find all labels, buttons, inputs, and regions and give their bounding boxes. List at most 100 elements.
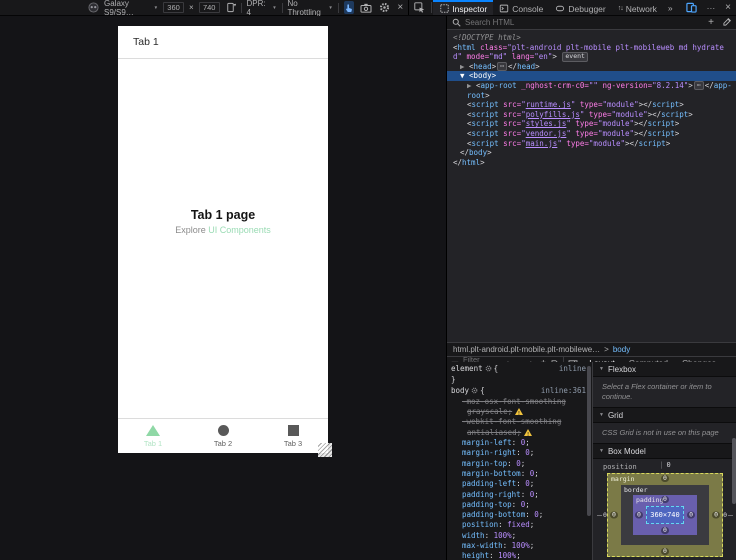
viewport-height-input[interactable] <box>198 2 220 13</box>
markup-token-attr: src= <box>498 109 522 119</box>
boxmodel-section-header[interactable]: ▼ Box Model <box>593 444 736 459</box>
margin-bottom-value[interactable]: 0 <box>661 548 669 555</box>
tabbar-separator <box>431 2 433 13</box>
ui-components-link[interactable]: UI Components <box>208 225 271 235</box>
markup-token-chip: ⋯ <box>497 61 508 72</box>
padding-top-value[interactable]: 0 <box>661 496 669 503</box>
breadcrumb-node[interactable]: html.plt-android.plt-mobile.plt-mobilewe… <box>453 345 600 354</box>
overridden-property-name[interactable]: -webkit-font-smoothing <box>451 417 592 427</box>
css-declaration[interactable]: max-width: 100%; <box>451 541 592 551</box>
css-declaration[interactable]: margin-bottom: 0; <box>451 469 592 479</box>
gear-icon[interactable] <box>471 387 478 397</box>
throttling-selector[interactable]: No Throttling <box>287 0 322 17</box>
markup-token-tag: script <box>471 119 499 129</box>
rule-source-link[interactable]: inline <box>559 364 586 374</box>
layout-scrollbar[interactable] <box>732 438 736 504</box>
css-declaration[interactable]: padding-bottom: 0; <box>451 510 592 520</box>
position-top-value[interactable]: 0 <box>667 461 671 469</box>
eyedropper-icon[interactable] <box>721 18 731 28</box>
box-model-padding-layer[interactable]: padding 0 0 0 0 360×740 <box>633 495 697 535</box>
tab-console[interactable]: Console <box>493 0 549 15</box>
css-declaration[interactable]: height: 100%; <box>451 551 592 560</box>
position-right-value[interactable]: 0 <box>723 511 727 519</box>
add-node-icon[interactable]: + <box>708 17 714 28</box>
devtools-tabbar: Inspector Console Debugger ↑↓ Network » <box>408 0 736 15</box>
css-declaration[interactable]: width: 100%; <box>451 531 592 541</box>
box-model-margin-layer[interactable]: margin 0 0 0 0 border padding 0 0 0 0 36… <box>607 473 723 557</box>
grid-section-header[interactable]: ▼ Grid <box>593 408 736 423</box>
flexbox-section-header[interactable]: ▼ Flexbox <box>593 362 736 377</box>
gear-icon[interactable] <box>485 365 492 375</box>
markup-token-attr: class= <box>475 42 508 52</box>
rdm-settings-gear-icon[interactable] <box>378 1 391 14</box>
overridden-property-name[interactable]: -moz-osx-font-smoothing <box>451 397 592 407</box>
responsive-mode-toggle-icon[interactable] <box>681 2 702 13</box>
css-declaration[interactable]: margin-top: 0; <box>451 459 592 469</box>
tab-debugger[interactable]: Debugger <box>549 0 611 15</box>
app-tab-2[interactable]: Tab 2 <box>188 419 258 453</box>
padding-left-value[interactable]: 0 <box>635 511 643 519</box>
search-html-input[interactable]: Search HTML <box>465 18 514 27</box>
chevron-down-icon: ▼ <box>599 448 604 454</box>
markup-line[interactable]: </html> <box>447 158 736 168</box>
breadcrumb-selected-node[interactable]: body <box>613 345 630 354</box>
padding-bottom-value[interactable]: 0 <box>661 527 669 534</box>
padding-right-value[interactable]: 0 <box>687 511 695 519</box>
markup-line[interactable]: <script src="vendor.js" type="module"></… <box>447 129 736 139</box>
page-title: Tab 1 page <box>190 208 256 222</box>
toolbar-separator <box>240 2 242 13</box>
css-declaration[interactable]: padding-left: 0; <box>451 479 592 489</box>
node-picker-icon[interactable] <box>409 0 430 15</box>
touch-simulation-toggle[interactable] <box>343 1 355 14</box>
markup-line[interactable]: ▶ <head> ⋯ </head> <box>447 61 736 72</box>
markup-line[interactable]: </body> <box>447 148 736 158</box>
markup-token-tag: body <box>473 71 492 81</box>
markup-token-twisty: ▶ <box>467 80 477 90</box>
markup-token-val: "module" <box>602 100 639 110</box>
margin-left-value[interactable]: 0 <box>610 511 618 519</box>
box-model-content-size[interactable]: 360×740 <box>646 506 684 524</box>
markup-line[interactable]: ▶ <app-root _nghost-crm-c0="" ng-version… <box>447 80 736 100</box>
touch-hand-icon <box>346 3 352 12</box>
css-declaration[interactable]: padding-top: 0; <box>451 500 592 510</box>
css-declaration[interactable]: margin-left: 0; <box>451 438 592 448</box>
markup-token-plain: </ <box>508 61 518 71</box>
box-model-border-layer[interactable]: border padding 0 0 0 0 360×740 <box>621 485 709 545</box>
device-selector[interactable]: Galaxy S9/S9… <box>104 0 148 17</box>
tab-label: Inspector <box>452 3 488 14</box>
rules-scrollbar[interactable] <box>587 366 591 516</box>
tab-inspector[interactable]: Inspector <box>433 0 494 15</box>
css-rule-element[interactable]: element { inline <box>451 364 592 375</box>
rule-source-link[interactable]: inline:361 <box>541 386 586 396</box>
css-declaration[interactable]: padding-right: 0; <box>451 490 592 500</box>
dpr-selector[interactable]: DPR: 4 <box>246 0 266 17</box>
css-rule-body[interactable]: body { inline:361 <box>451 386 592 397</box>
markup-token-link: runtime.js <box>525 100 571 110</box>
viewport-width-input[interactable] <box>163 2 185 13</box>
close-devtools-icon[interactable]: × <box>720 2 736 13</box>
markup-line[interactable]: <script src="styles.js" type="module"></… <box>447 119 736 129</box>
markup-line[interactable]: <script src="polyfills.js" type="module"… <box>447 110 736 120</box>
markup-line[interactable]: <!DOCTYPE html> <box>447 33 736 43</box>
markup-line[interactable]: <script src="main.js" type="module"></sc… <box>447 139 736 149</box>
app-tab-1[interactable]: Tab 1 <box>118 419 188 453</box>
close-rdm-icon[interactable]: × <box>397 2 403 13</box>
css-declaration[interactable]: position: fixed; <box>451 520 592 530</box>
brace: { <box>493 364 499 373</box>
box-model-wrap: 0 0 margin 0 0 0 0 border padding 0 0 0 … <box>597 473 733 557</box>
css-declaration[interactable]: margin-right: 0; <box>451 448 592 458</box>
screenshot-camera-icon[interactable] <box>359 1 372 14</box>
more-tabs-chevron-icon[interactable]: » <box>663 0 678 15</box>
margin-top-value[interactable]: 0 <box>661 475 669 482</box>
viewport-resize-handle[interactable] <box>318 443 332 457</box>
markup-line-selected[interactable]: ▼ <body> <box>447 71 736 81</box>
markup-line[interactable]: <html class="plt-android plt-mobile plt-… <box>447 43 736 62</box>
markup-line[interactable]: <script src="runtime.js" type="module"><… <box>447 100 736 110</box>
section-title: Flexbox <box>607 364 636 374</box>
tab-network[interactable]: ↑↓ Network <box>612 0 663 15</box>
devtools-menu-icon[interactable]: ··· <box>702 3 721 13</box>
margin-right-value[interactable]: 0 <box>712 511 720 519</box>
inspector-icon <box>439 4 449 14</box>
rotate-viewport-icon[interactable] <box>225 1 236 14</box>
overridden-value-text: antialiased; <box>467 427 522 437</box>
